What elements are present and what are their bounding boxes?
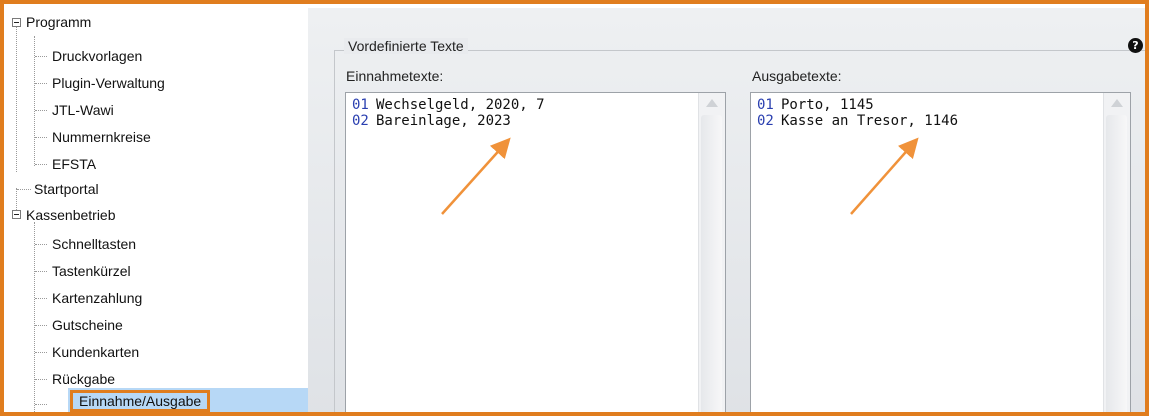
tree-connector [35,137,47,138]
tree-connector [35,271,47,272]
tree-item-startportal[interactable]: Startportal [34,179,99,199]
tree-item-kartenzahlung[interactable]: Kartenzahlung [52,288,142,308]
tree-connector [16,22,17,172]
tree-connector [35,352,47,353]
annotation-arrow-icon [441,137,511,215]
tree-connector [35,379,47,380]
selected-item-label: Einnahme/Ausgabe [70,390,211,412]
tree-item-rueckgabe[interactable]: Rückgabe [52,369,115,389]
tree-item-gutscheine[interactable]: Gutscheine [52,315,123,335]
tree-connector [35,244,47,245]
window-frame: Programm Druckvorlagen Plugin-Verwaltung… [0,0,1149,416]
settings-panel: Vordefinierte Texte ? Einnahmetexte: Aus… [308,8,1145,412]
tree-connector [35,110,47,111]
tree-connector [34,222,35,412]
annotation-arrow-icon [850,137,919,215]
tree-item-kassenbetrieb[interactable]: Kassenbetrieb [26,205,116,225]
tree-item-plugin-verwaltung[interactable]: Plugin-Verwaltung [52,73,165,93]
tree-item-nummernkreise[interactable]: Nummernkreise [52,127,151,147]
tree-item-programm[interactable]: Programm [26,12,91,32]
tree-item-kundenkarten[interactable]: Kundenkarten [52,342,139,362]
collapse-icon[interactable] [12,210,21,219]
tree-item-efsta[interactable]: EFSTA [52,154,96,174]
tree-item-jtl-wawi[interactable]: JTL-Wawi [52,100,114,120]
collapse-icon[interactable] [12,18,21,27]
annotation-arrows [441,137,919,215]
tree-connector [35,298,47,299]
settings-tree: Programm Druckvorlagen Plugin-Verwaltung… [8,8,308,412]
tree-connector [16,188,17,212]
tree-item-einnahme-ausgabe[interactable]: Einnahme/Ausgabe [70,390,211,412]
tree-item-schnelltasten[interactable]: Schnelltasten [52,234,136,254]
tree-item-druckvorlagen[interactable]: Druckvorlagen [52,46,142,66]
tree-connector [35,56,47,57]
tree-connector [35,404,47,405]
tree-connector [35,83,47,84]
tree-item-tastenkuerzel[interactable]: Tastenkürzel [52,261,131,281]
tree-connector [35,325,47,326]
tree-connector [35,164,47,165]
tree-connector [17,189,31,190]
